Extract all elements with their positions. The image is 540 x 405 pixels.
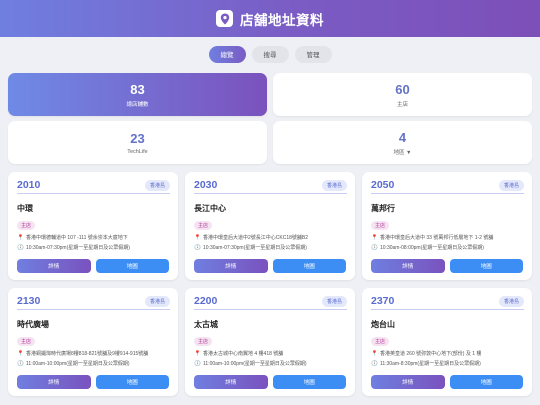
- stat-value: 4: [398, 129, 407, 145]
- store-type-badge: 主店: [194, 337, 213, 346]
- map-button[interactable]: 地圖: [95, 259, 169, 273]
- store-type-badge: 主店: [17, 337, 36, 346]
- store-address: 香港英皇道 260 號弥敦中心地下(部份) 及 1 樓: [380, 351, 482, 357]
- stat-total-stores: 83 總店舖數: [8, 73, 267, 116]
- details-button[interactable]: 詳情: [194, 375, 268, 389]
- stats-panel: 83 總店舖數 60 主店 23 TechLife 4 地區 ▼: [8, 73, 532, 164]
- tab-search[interactable]: 搜尋: [251, 45, 289, 63]
- store-address: 香港銅鑼灣時代廣場8樓818-821號舖及9樓914-915號舖: [26, 351, 149, 357]
- region-badge: 香港島: [144, 295, 170, 307]
- store-card: 2200 香港島 太古城 主店 📍 香港太古城中心南翼地 4 樓418 號舖 🕔 11…: [185, 288, 355, 396]
- clock-icon: 🕔: [194, 244, 201, 251]
- store-card: 2370 香港島 炮台山 主店 📍 香港英皇道 260 號弥敦中心地下(部份) 及 …: [362, 288, 532, 396]
- store-name: 中環: [17, 204, 33, 213]
- map-button[interactable]: 地圖: [449, 259, 523, 273]
- store-code: 2030: [194, 179, 218, 191]
- location-pin-icon: 📍: [194, 235, 201, 241]
- region-badge: 香港島: [321, 179, 347, 191]
- store-name: 太古城: [194, 320, 218, 329]
- clock-icon: 🕔: [371, 360, 378, 367]
- store-address: 香港中環皇后大道中 33 號萬邦行低層地下 1-2 號舖: [380, 235, 494, 241]
- stat-label: 總店舖數: [126, 101, 149, 108]
- stat-regions-dropdown[interactable]: 4 地區 ▼: [273, 121, 532, 164]
- stat-value: 60: [395, 81, 410, 97]
- store-type-badge: 主店: [371, 221, 390, 230]
- store-address: 香港中環德輔道中 107 -111 號余崇本大廈地下: [26, 235, 128, 241]
- map-button[interactable]: 地圖: [95, 375, 169, 389]
- store-code: 2050: [371, 179, 395, 191]
- map-button[interactable]: 地圖: [272, 259, 346, 273]
- details-button[interactable]: 詳情: [17, 259, 91, 273]
- store-code: 2200: [194, 295, 218, 307]
- details-button[interactable]: 詳情: [17, 375, 91, 389]
- stat-value: 83: [130, 81, 145, 97]
- store-code: 2010: [17, 179, 41, 191]
- map-button[interactable]: 地圖: [272, 375, 346, 389]
- store-hours: 10:30am-07:30pm(星期一至星期日及公眾假期): [26, 244, 130, 251]
- store-type-badge: 主店: [17, 221, 36, 230]
- map-pin-icon: [216, 10, 233, 27]
- location-pin-icon: 📍: [371, 235, 378, 241]
- clock-icon: 🕔: [17, 244, 24, 251]
- stat-value: 23: [130, 130, 145, 146]
- stat-main-stores: 60 主店: [273, 73, 532, 116]
- details-button[interactable]: 詳情: [371, 259, 445, 273]
- stat-label: TechLife: [127, 148, 148, 155]
- location-pin-icon: 📍: [17, 235, 24, 241]
- store-hours: 10:30am-08:00pm(星期一至星期日及公眾假期): [380, 244, 484, 251]
- location-pin-icon: 📍: [194, 351, 201, 357]
- details-button[interactable]: 詳情: [194, 259, 268, 273]
- clock-icon: 🕔: [194, 360, 201, 367]
- store-hours: 11:00am-10:00pm(星期一至星期日及公眾假期): [203, 360, 307, 367]
- store-hours: 10:30am-07:30pm(星期一至星期日及公眾假期): [203, 244, 307, 251]
- store-name: 萬邦行: [371, 204, 395, 213]
- store-address: 香港中環皇后大道中2號長江中心CKC18號舖B2: [203, 235, 309, 241]
- region-badge: 香港島: [144, 179, 170, 191]
- tab-manage[interactable]: 管理: [294, 45, 332, 63]
- region-badge: 香港島: [498, 179, 524, 191]
- map-button[interactable]: 地圖: [449, 375, 523, 389]
- store-hours: 11:00am-10:00pm(星期一至星期日及公眾假期): [26, 360, 130, 367]
- region-badge: 香港島: [321, 295, 347, 307]
- clock-icon: 🕔: [371, 244, 378, 251]
- location-pin-icon: 📍: [17, 351, 24, 357]
- store-card-grid: 2010 香港島 中環 主店 📍 香港中環德輔道中 107 -111 號余崇本大廈地…: [8, 172, 532, 396]
- store-name: 炮台山: [371, 320, 395, 329]
- tab-bar: 總覽 搜尋 管理: [0, 41, 540, 67]
- store-name: 時代廣場: [17, 320, 49, 329]
- store-hours: 11:30am-8:30pm(星期一至星期日及公眾假期): [380, 360, 481, 367]
- stat-techlife-stores: 23 TechLife: [8, 121, 267, 164]
- tab-overview[interactable]: 總覽: [208, 45, 246, 63]
- store-card: 2010 香港島 中環 主店 📍 香港中環德輔道中 107 -111 號余崇本大廈地…: [8, 172, 178, 280]
- store-code: 2370: [371, 295, 395, 307]
- page-title: 店舖地址資料: [240, 12, 324, 28]
- stat-label: 主店: [396, 101, 408, 108]
- store-card: 2030 香港島 長江中心 主店 📍 香港中環皇后大道中2號長江中心CKC18號舖B…: [185, 172, 355, 280]
- region-badge: 香港島: [498, 295, 524, 307]
- location-pin-icon: 📍: [371, 351, 378, 357]
- store-type-badge: 主店: [371, 337, 390, 346]
- stat-label: 地區 ▼: [393, 149, 412, 156]
- clock-icon: 🕔: [17, 360, 24, 367]
- store-code: 2130: [17, 295, 41, 307]
- store-type-badge: 主店: [194, 221, 213, 230]
- app-header: 店舖地址資料: [0, 0, 540, 37]
- store-card: 2050 香港島 萬邦行 主店 📍 香港中環皇后大道中 33 號萬邦行低層地下 1-…: [362, 172, 532, 280]
- store-address: 香港太古城中心南翼地 4 樓418 號舖: [203, 351, 284, 357]
- store-card: 2130 香港島 時代廣場 主店 📍 香港銅鑼灣時代廣場8樓818-821號舖及9樓…: [8, 288, 178, 396]
- store-name: 長江中心: [194, 204, 226, 213]
- details-button[interactable]: 詳情: [371, 375, 445, 389]
